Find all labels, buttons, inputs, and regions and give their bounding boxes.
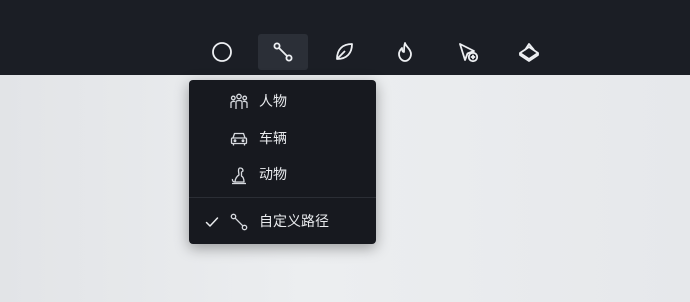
circle-tool-button[interactable] bbox=[197, 34, 247, 70]
menu-item-person[interactable]: 人物 bbox=[189, 87, 376, 117]
checkmark-icon bbox=[205, 217, 219, 227]
flame-icon bbox=[398, 42, 412, 62]
leaf-tool-button[interactable] bbox=[319, 34, 369, 70]
layers-tool-button[interactable] bbox=[504, 34, 554, 70]
menu-item-label: 人物 bbox=[259, 94, 287, 110]
circle-icon bbox=[212, 42, 232, 62]
menu-item-label: 动物 bbox=[259, 167, 287, 183]
path-type-dropdown-menu: 人物 车辆 动物 自定义路径 bbox=[189, 80, 376, 244]
leaf-icon bbox=[336, 43, 353, 60]
menu-item-vehicle[interactable]: 车辆 bbox=[189, 124, 376, 154]
menu-separator bbox=[189, 197, 376, 198]
animal-icon bbox=[231, 167, 246, 185]
menu-item-label: 自定义路径 bbox=[259, 214, 329, 230]
cursor-plus-icon bbox=[459, 43, 479, 63]
path-icon bbox=[273, 42, 293, 62]
path-icon bbox=[230, 213, 248, 231]
menu-item-custom-path[interactable]: 自定义路径 bbox=[189, 207, 376, 237]
people-icon bbox=[230, 93, 248, 109]
menu-item-animal[interactable]: 动物 bbox=[189, 160, 376, 190]
top-toolbar bbox=[0, 0, 690, 75]
vehicle-icon bbox=[230, 132, 248, 146]
flame-tool-button[interactable] bbox=[380, 34, 430, 70]
layers-icon bbox=[519, 43, 539, 62]
menu-item-label: 车辆 bbox=[259, 131, 287, 147]
path-tool-button[interactable] bbox=[258, 34, 308, 70]
cursor-plus-tool-button[interactable] bbox=[443, 34, 493, 70]
